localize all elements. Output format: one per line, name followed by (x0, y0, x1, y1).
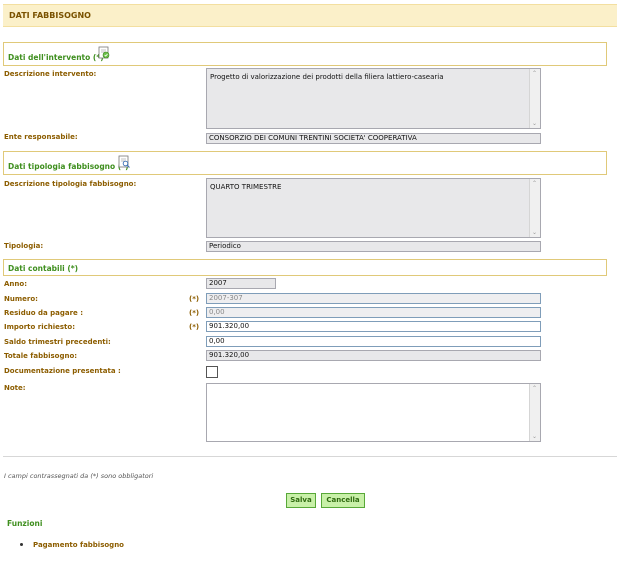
label-tipologia: Tipologia: (4, 242, 44, 250)
label-descrizione-intervento: Descrizione intervento: (4, 70, 97, 78)
required-marker: (*) (189, 309, 200, 317)
label-ente-responsabile: Ente responsabile: (4, 133, 78, 141)
label-importo: Importo richiesto: (4, 323, 76, 331)
importo-input[interactable]: 901.320,00 (206, 321, 541, 332)
cancel-button[interactable]: Cancella (321, 493, 365, 508)
tipologia-field: Periodico (206, 241, 541, 252)
label-totale: Totale fabbisogno: (4, 352, 78, 360)
label-documentazione: Documentazione presentata : (4, 367, 121, 375)
page-title: DATI FABBISOGNO (9, 11, 91, 20)
save-button[interactable]: Salva (286, 493, 316, 508)
section-contabili: Dati contabili (*) (3, 259, 607, 276)
textarea-scrollbar[interactable]: ⌃ ⌄ (529, 384, 540, 441)
textarea-scrollbar[interactable]: ⌃ ⌄ (529, 69, 540, 128)
required-marker: (*) (189, 323, 200, 331)
required-fields-note: I campi contrassegnati da (*) sono obbli… (4, 472, 154, 480)
page-header: DATI FABBISOGNO (3, 4, 617, 27)
descrizione-tipologia-textarea[interactable]: QUARTO TRIMESTRE ⌃ ⌄ (206, 178, 541, 238)
label-saldo: Saldo trimestri precedenti: (4, 338, 111, 346)
numero-input[interactable]: 2007-307 (206, 293, 541, 304)
search-document-icon[interactable] (117, 155, 131, 169)
documentazione-checkbox[interactable] (206, 366, 218, 378)
ente-responsabile-field: CONSORZIO DEI COMUNI TRENTINI SOCIETA' C… (206, 133, 541, 144)
label-anno: Anno: (4, 280, 27, 288)
note-textarea[interactable]: ⌃ ⌄ (206, 383, 541, 442)
saldo-input[interactable]: 0,00 (206, 336, 541, 347)
descrizione-tipologia-value: QUARTO TRIMESTRE (210, 183, 282, 191)
descrizione-intervento-value: Progetto di valorizzazione dei prodotti … (210, 73, 444, 81)
section-title-contabili: Dati contabili (*) (8, 264, 79, 273)
divider (3, 456, 617, 457)
descrizione-intervento-textarea[interactable]: Progetto di valorizzazione dei prodotti … (206, 68, 541, 129)
pagamento-fabbisogno-link[interactable]: Pagamento fabbisogno (33, 541, 124, 549)
section-tipologia: Dati tipologia fabbisogno (*) (3, 151, 607, 175)
edit-document-icon[interactable] (97, 46, 111, 60)
section-intervento: Dati dell'intervento (*) (3, 42, 607, 66)
label-numero: Numero: (4, 295, 38, 303)
residuo-input[interactable]: 0,00 (206, 307, 541, 318)
bullet-icon (20, 543, 23, 546)
label-descrizione-tipologia: Descrizione tipologia fabbisogno: (4, 180, 137, 188)
textarea-scrollbar[interactable]: ⌃ ⌄ (529, 179, 540, 237)
label-residuo: Residuo da pagare : (4, 309, 84, 317)
section-title-intervento: Dati dell'intervento (*) (8, 53, 104, 62)
funzioni-title: Funzioni (7, 519, 43, 528)
label-note: Note: (4, 384, 26, 392)
section-title-tipologia: Dati tipologia fabbisogno (*) (8, 162, 129, 171)
totale-field: 901.320,00 (206, 350, 541, 361)
anno-field: 2007 (206, 278, 276, 289)
required-marker: (*) (189, 295, 200, 303)
